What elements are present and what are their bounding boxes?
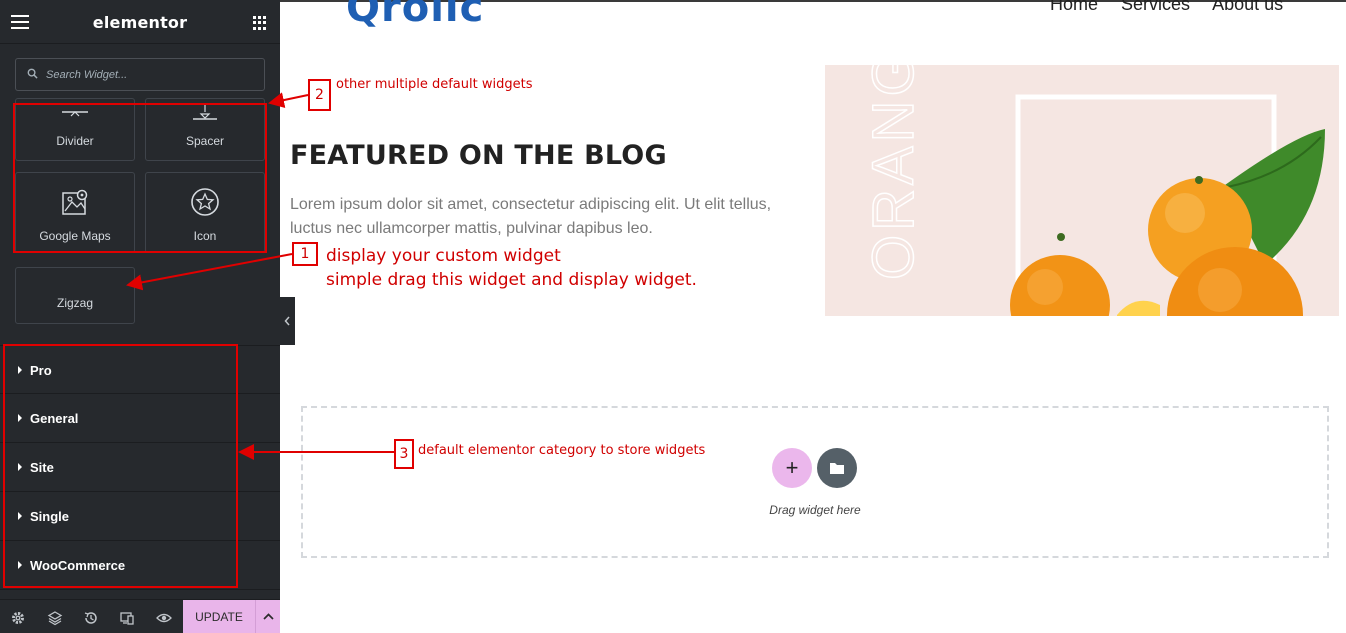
widget-label: Zigzag	[56, 296, 94, 310]
drag-widget-hint: Drag widget here	[769, 503, 861, 517]
layers-icon[interactable]	[47, 610, 63, 626]
app: elementor Divider	[0, 0, 1346, 633]
hero-image: ORANGE	[825, 65, 1339, 316]
widget-zigzag[interactable]: Zigzag	[15, 267, 135, 324]
plus-icon: +	[785, 455, 799, 480]
annotation-number-1: 1	[292, 242, 318, 266]
annotation-text-1a: display your custom widget	[326, 246, 561, 266]
update-options-button[interactable]	[255, 600, 280, 633]
annotation-number-3: 3	[394, 439, 414, 469]
template-library-button[interactable]	[817, 448, 857, 488]
collapse-panel-button[interactable]	[280, 297, 295, 345]
annotation-text-3: default elementor category to store widg…	[418, 443, 706, 458]
search-icon	[27, 68, 38, 79]
brand-title: elementor	[92, 13, 188, 32]
hero-word: ORANGE	[861, 65, 926, 280]
featured-heading: FEATURED ON THE BLOG	[290, 140, 667, 171]
panel-footer: UPDATE	[0, 599, 280, 633]
add-section-button[interactable]: +	[772, 448, 812, 488]
history-icon[interactable]	[83, 610, 99, 626]
gear-icon[interactable]	[10, 610, 26, 626]
site-nav: Home Services About us	[1050, 0, 1301, 15]
search-widget-field[interactable]	[15, 58, 265, 91]
annotation-number-2: 2	[308, 79, 331, 111]
annotation-box-2	[13, 103, 267, 253]
search-input[interactable]	[46, 65, 256, 85]
widgets-grid-icon[interactable]	[253, 16, 267, 30]
responsive-icon[interactable]	[119, 610, 135, 626]
nav-item-services[interactable]: Services	[1121, 0, 1190, 14]
folder-icon	[830, 463, 844, 474]
nav-item-about[interactable]: About us	[1212, 0, 1283, 14]
annotation-box-3	[3, 344, 238, 588]
eye-icon[interactable]	[156, 610, 172, 626]
site-logo[interactable]: Qrolic	[346, 0, 484, 28]
oranges-illustration: ORANGE	[860, 65, 1325, 316]
drop-zone[interactable]	[301, 406, 1329, 558]
chevron-up-icon	[263, 613, 274, 620]
nav-item-home[interactable]: Home	[1050, 0, 1098, 14]
update-button[interactable]: UPDATE	[183, 600, 255, 633]
annotation-text-1b: simple drag this widget and display widg…	[326, 270, 697, 290]
chevron-left-icon	[284, 316, 290, 326]
panel-header: elementor	[0, 0, 280, 44]
featured-text: Lorem ipsum dolor sit amet, consectetur …	[290, 196, 772, 237]
annotation-text-2: other multiple default widgets	[336, 77, 533, 92]
